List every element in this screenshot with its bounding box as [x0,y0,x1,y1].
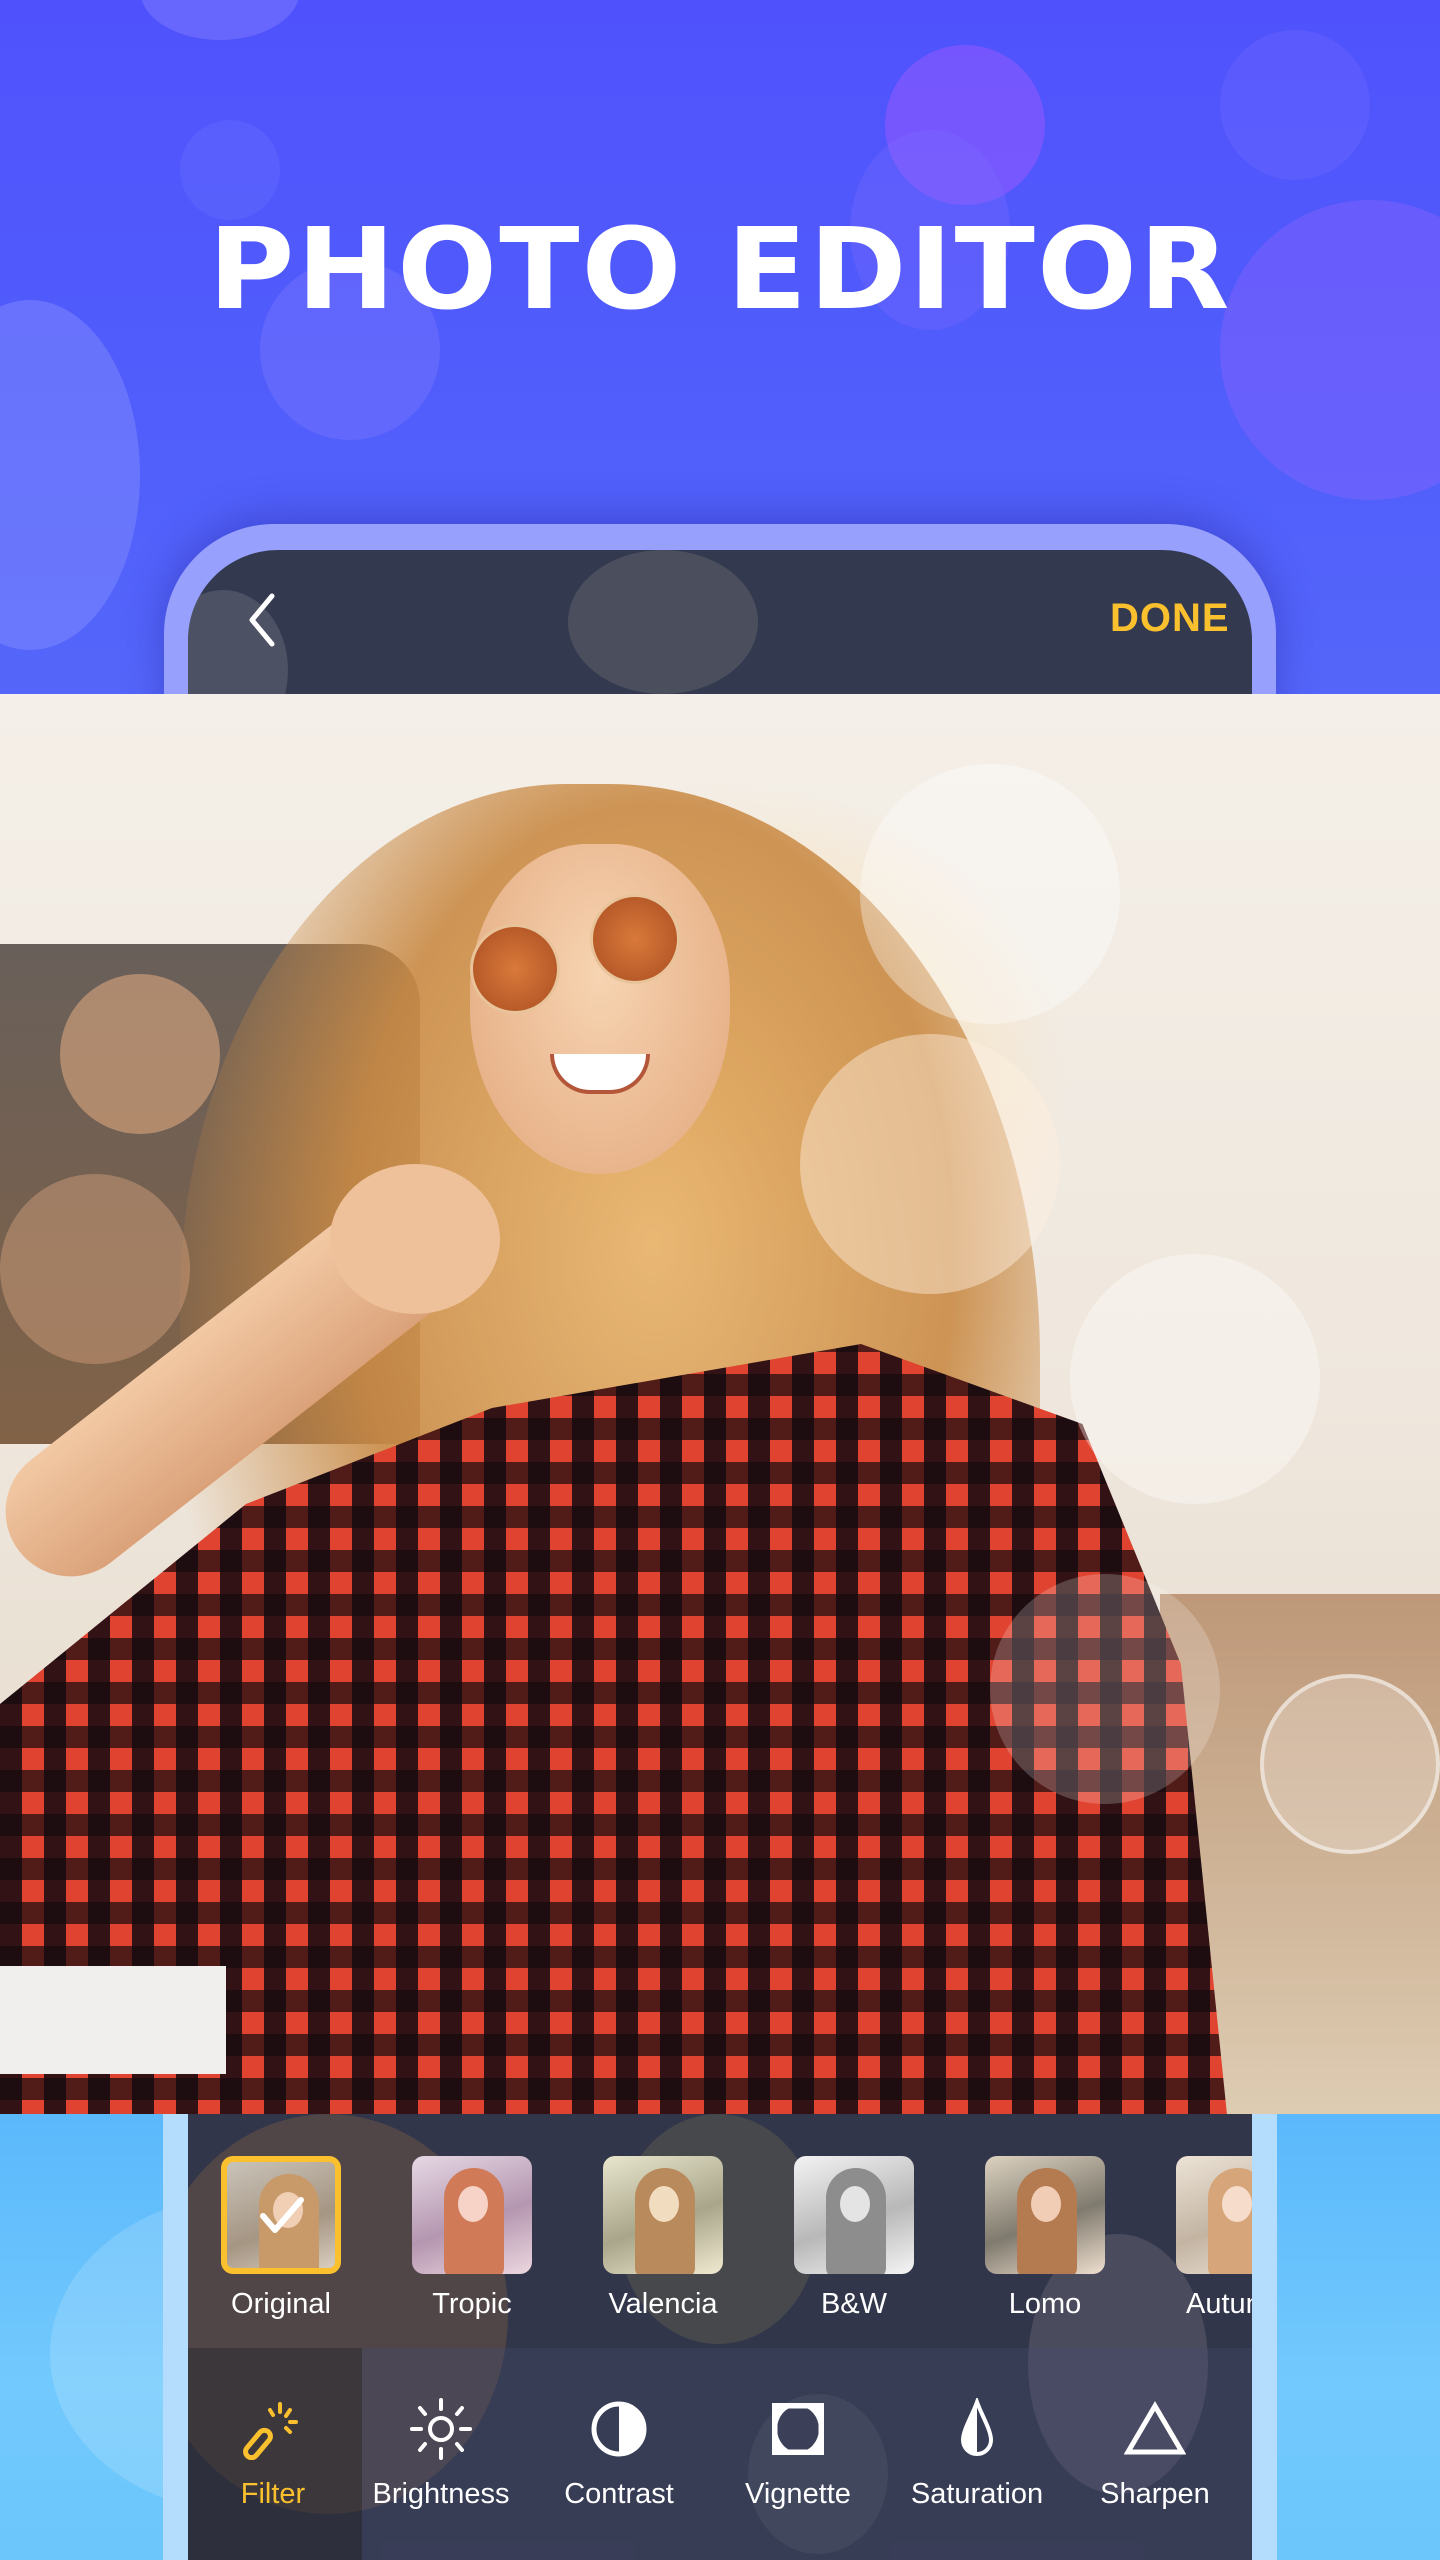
filter-strip[interactable]: Original Tropic Valencia B&W Lomo Autu [188,2114,1252,2348]
filter-thumbnail [412,2156,532,2274]
tools-bar: Filter Brightness Contrast Vignette Satu… [188,2348,1252,2560]
chevron-left-icon [249,593,275,647]
bokeh-decoration [568,550,758,694]
bokeh-decoration [60,974,220,1134]
thumbnail-subject-face [649,2186,679,2222]
tool-label: Filter [240,2478,306,2510]
editor-header [188,550,1252,694]
filter-thumbnail [1176,2156,1252,2274]
done-button[interactable]: DONE [1110,596,1230,648]
bokeh-decoration [1070,1254,1320,1504]
filter-thumbnail [794,2156,914,2274]
filter-label: B&W [820,2288,888,2320]
filter-original[interactable]: Original [216,2156,346,2321]
sun-icon [410,2398,472,2460]
vignette-icon [772,2403,824,2455]
tool-label: Saturation [910,2478,1044,2510]
tool-vignette[interactable]: Vignette [713,2398,883,2511]
tool-label: Vignette [745,2478,851,2510]
phone-frame-edge [163,2114,189,2560]
tool-sharpen[interactable]: Sharpen [1070,2398,1240,2511]
back-button[interactable] [240,590,290,650]
filter-thumbnail [221,2156,341,2274]
tool-label: Sharpen [1100,2478,1210,2510]
magic-wand-icon [243,2402,298,2460]
bokeh-decoration [990,1574,1220,1804]
filter-label: Autumn [1186,2288,1252,2320]
filter-thumbnail [603,2156,723,2274]
tool-contrast[interactable]: Contrast [534,2398,704,2511]
bokeh-decoration [860,764,1120,1024]
filter-bw[interactable]: B&W [789,2156,919,2321]
bokeh-decoration [1260,1674,1440,1854]
thumbnail-subject-face [1031,2186,1061,2222]
thumbnail-subject [1208,2168,1252,2274]
half-circle-icon [591,2401,647,2457]
tool-brightness[interactable]: Brightness [356,2398,526,2511]
thumbnail-subject-face [840,2186,870,2222]
filter-lomo[interactable]: Lomo [980,2156,1110,2321]
bokeh-decoration [800,1034,1060,1294]
filter-autumn[interactable]: Autumn [1171,2156,1252,2321]
filter-label: Valencia [608,2288,718,2320]
phone-frame-edge [1251,2114,1277,2560]
tool-label: Brightness [372,2478,510,2510]
bokeh-decoration [0,1174,190,1364]
bokeh-decoration [1220,30,1370,180]
editor-panel: Original Tropic Valencia B&W Lomo Autu F… [188,2114,1252,2560]
photo-canvas[interactable] [0,694,1440,2114]
checkmark-icon [260,2197,304,2233]
bokeh-decoration [0,300,140,650]
triangle-icon [1124,2401,1186,2455]
filter-tropic[interactable]: Tropic [407,2156,537,2321]
filter-label: Tropic [432,2288,512,2320]
filter-label: Original [231,2288,331,2320]
photo-sunglasses-lens [590,894,680,984]
bokeh-decoration [140,0,300,40]
thumbnail-subject-face [458,2186,488,2222]
filter-valencia[interactable]: Valencia [598,2156,728,2321]
photo-sunglasses-lens [470,924,560,1014]
photo-subject-hand [330,1164,500,1314]
tool-label: Contrast [564,2478,674,2510]
filter-thumbnail [985,2156,1105,2274]
tool-filter[interactable]: Filter [188,2398,358,2511]
promo-title: PHOTO EDITOR [208,205,1232,335]
tool-saturation[interactable]: Saturation [892,2398,1062,2511]
filter-label: Lomo [1008,2288,1082,2320]
droplet-icon [960,2398,994,2456]
photo-background-sign [0,1966,226,2074]
thumbnail-subject-face [1222,2186,1252,2222]
